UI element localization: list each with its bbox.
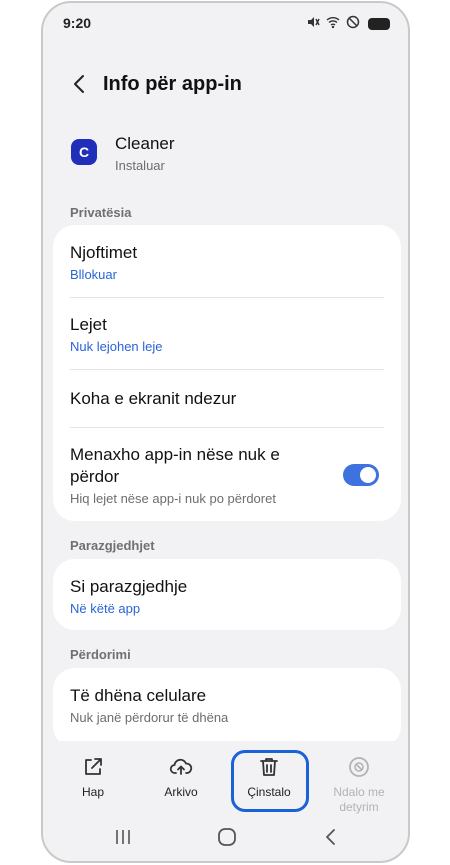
manage-unused-label-line2: përdor (70, 467, 120, 486)
privacy-card: Njoftimet Bllokuar Lejet Nuk lejohen lej… (53, 225, 401, 521)
force-stop-label-line2: detyrim (339, 800, 379, 814)
page-title: Info për app-in (103, 73, 242, 95)
usage-card: Të dhëna celulare Nuk janë përdorur të d… (53, 668, 401, 748)
manage-unused-toggle[interactable] (343, 464, 379, 486)
open-external-icon (85, 758, 102, 775)
system-nav-bar (43, 815, 408, 861)
force-stop-label-line1: Ndalo me (333, 785, 385, 799)
manage-unused-item[interactable]: Menaxho app-in nëse nuk e përdor Hiq lej… (53, 428, 401, 521)
permissions-value: Nuk lejohen leje (70, 339, 163, 354)
cloud-upload-icon (169, 758, 193, 775)
back-arrow-icon[interactable] (67, 71, 93, 97)
status-time: 9:20 (63, 15, 92, 31)
permissions-item[interactable]: Lejet Nuk lejohen leje (53, 298, 401, 370)
screen-time-label: Koha e ekranit ndezur (70, 389, 237, 408)
notifications-item[interactable]: Njoftimet Bllokuar (53, 225, 401, 298)
manage-unused-description: Hiq lejet nëse app-i nuk po përdoret (70, 491, 276, 506)
back-nav-icon[interactable] (319, 825, 343, 849)
app-summary: C Cleaner Instaluar (69, 133, 369, 177)
recents-icon[interactable] (111, 825, 135, 849)
phone-screen: 9:20 Info për app-in C Cleaner Instaluar… (41, 1, 410, 863)
app-bar: Info për app-in (43, 65, 408, 105)
app-install-status: Instaluar (115, 158, 165, 173)
default-app-label: Si parazgjedhje (70, 577, 188, 596)
section-label-privacy: Privatësia (70, 205, 132, 220)
mute-icon (306, 15, 320, 32)
do-not-disturb-icon (346, 15, 360, 32)
battery-icon (368, 17, 390, 30)
force-stop-icon (349, 757, 369, 777)
mobile-data-item[interactable]: Të dhëna celulare Nuk janë përdorur të d… (53, 668, 401, 748)
notifications-value: Bllokuar (70, 267, 117, 282)
app-icon: C (71, 139, 97, 165)
notifications-label: Njoftimet (70, 243, 138, 262)
open-label: Hap (81, 785, 104, 799)
defaults-card: Si parazgjedhje Në këtë app (53, 559, 401, 630)
uninstall-highlight-box (231, 750, 309, 812)
home-icon[interactable] (215, 825, 239, 849)
section-label-defaults: Parazgjedhjet (70, 538, 155, 553)
mobile-data-value: Nuk janë përdorur të dhëna (70, 710, 229, 725)
bottom-action-bar: Hap Arkivo Çinstalo Ndalo me detyrim (43, 741, 408, 821)
force-stop-button[interactable]: Ndalo me detyrim (319, 741, 399, 821)
screen-time-item[interactable]: Koha e ekranit ndezur (53, 370, 401, 428)
archive-label: Arkivo (164, 785, 198, 799)
toggle-knob (360, 467, 376, 483)
app-name: Cleaner (115, 134, 175, 153)
mobile-data-label: Të dhëna celulare (70, 686, 207, 705)
status-bar: 9:20 (43, 3, 408, 43)
default-app-value: Në këtë app (70, 601, 141, 616)
section-label-usage: Përdorimi (70, 647, 131, 662)
default-app-item[interactable]: Si parazgjedhje Në këtë app (53, 559, 401, 630)
open-button[interactable]: Hap (53, 741, 133, 821)
archive-button[interactable]: Arkivo (141, 741, 221, 821)
wifi-icon (326, 15, 340, 32)
manage-unused-label-line1: Menaxho app-in nëse nuk e (70, 445, 280, 464)
permissions-label: Lejet (70, 315, 107, 334)
status-icons (306, 15, 390, 32)
